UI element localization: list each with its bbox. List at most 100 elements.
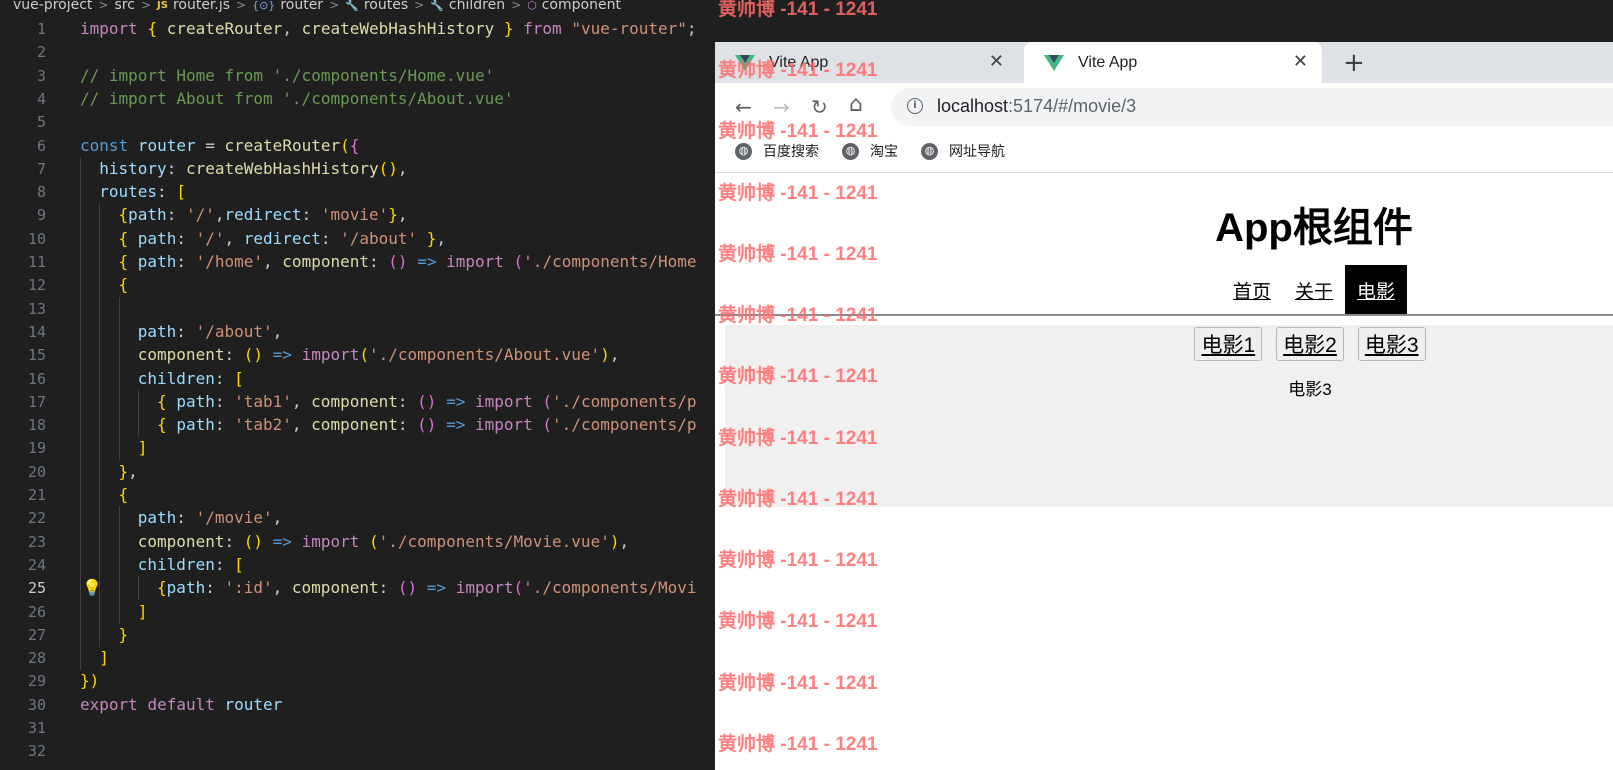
indent-guide (99, 343, 101, 368)
indent-guide (80, 622, 81, 647)
code-text: ] (137, 601, 148, 621)
breadcrumb-item-children[interactable]: 🔧 children (430, 0, 505, 13)
code-text: { path: 'tab1', component: () => import … (157, 391, 697, 411)
code-line[interactable]: 23 component: () => import ('./components… (0, 529, 715, 554)
indent-guide (118, 506, 120, 531)
close-icon[interactable]: ✕ (1293, 51, 1308, 72)
line-number: 26 (27, 602, 46, 621)
home-icon[interactable]: ⌂ (849, 92, 863, 117)
line-number: 29 (27, 672, 46, 691)
indent-guide (118, 319, 120, 344)
code-line[interactable]: 21 { (0, 483, 715, 507)
code-line[interactable]: 2 (0, 40, 715, 64)
indent-guide (137, 576, 139, 601)
indent-guide (80, 436, 81, 461)
address-bar[interactable]: i localhost:5174/#/movie/3 (891, 88, 1613, 126)
bookmark-taobao[interactable]: ◍ 淘宝 (842, 141, 898, 161)
code-line[interactable]: 14 path: '/about', (0, 319, 715, 344)
code-text: path: '/about', (137, 321, 283, 341)
code-line[interactable]: 31 (0, 716, 715, 740)
watermark-text: 黄帅博 -141 - 1241 (718, 121, 878, 142)
indent-guide (80, 529, 81, 554)
code-line[interactable]: 22 path: '/movie', (0, 506, 715, 531)
code-text: ] (99, 648, 109, 668)
indent-guide (80, 506, 81, 531)
indent-guide (80, 459, 81, 484)
line-number: 22 (27, 509, 46, 528)
code-line[interactable]: 4 // import About from './components/Abou… (0, 87, 715, 111)
breadcrumb-item-router[interactable]: {⊙} router (252, 0, 323, 13)
indent-guide (80, 576, 81, 601)
line-number: 10 (27, 229, 46, 248)
code-line[interactable]: 1 import { createRouter, createWebHashHis… (0, 17, 715, 41)
nav-link-movie[interactable]: 电影 (1345, 265, 1408, 315)
code-line[interactable]: 8 routes: [ (0, 180, 715, 205)
breadcrumb-separator-icon: > (140, 0, 151, 12)
code-line[interactable]: 26] (0, 599, 715, 624)
new-tab-button[interactable]: + (1343, 48, 1365, 78)
code-line[interactable]: 5 (0, 110, 715, 134)
line-number: 18 (27, 416, 46, 435)
code-line[interactable]: 3 // import Home from './components/Home.… (0, 64, 715, 88)
nav-link-home[interactable]: 首页 (1221, 265, 1283, 315)
code-line[interactable]: 24 children: [ (0, 552, 715, 577)
indent-guide (99, 622, 101, 647)
code-text: }) (80, 671, 100, 691)
code-line[interactable]: 25 💡 {path: ':id', component: () => import… (0, 576, 715, 601)
code-line[interactable]: 30 export default router (0, 693, 715, 717)
code-text: children: [ (137, 554, 244, 574)
indent-guide (118, 599, 120, 624)
bookmark-baidu[interactable]: ◍ 百度搜索 (735, 141, 819, 161)
breadcrumb-item-src[interactable]: src (114, 0, 134, 13)
code-line[interactable]: 9 {path: '/',redirect: 'movie'}, (0, 203, 715, 228)
code-line[interactable]: 18 { path: 'tab2', component: () => impor… (0, 413, 715, 438)
globe-icon: ◍ (842, 142, 859, 160)
code-editor[interactable]: vue-project > src > JS router.js > {⊙} rou… (0, 0, 715, 770)
code-line[interactable]: 7 history: createWebHashHistory(), (0, 156, 715, 181)
code-line[interactable]: 6 const router = createRouter({ (0, 134, 715, 158)
breadcrumb-item-routes[interactable]: 🔧 routes (345, 0, 408, 13)
bookmark-url-nav[interactable]: ◍ 网址导航 (921, 141, 1005, 161)
movie-link-2[interactable]: 电影2 (1276, 327, 1344, 361)
url-text[interactable]: localhost:5174/#/movie/3 (937, 96, 1136, 117)
code-line[interactable]: 29}) (0, 669, 715, 693)
code-line[interactable]: 17 { path: 'tab1', component: () => impor… (0, 389, 715, 414)
code-line[interactable]: 28] (0, 646, 715, 671)
code-line[interactable]: 19] (0, 436, 715, 461)
code-line[interactable]: 16 children: [ (0, 366, 715, 391)
breadcrumb-item-component[interactable]: ⬡ component (527, 0, 621, 13)
nav-link-about[interactable]: 关于 (1283, 265, 1345, 315)
indent-guide (99, 203, 101, 228)
info-icon[interactable]: i (907, 98, 923, 114)
wrench-icon: 🔧 (430, 0, 444, 12)
movie-link-1[interactable]: 电影1 (1194, 327, 1263, 361)
code-line[interactable]: 20}, (0, 459, 715, 484)
watermark-text: 黄帅博 -141 - 1241 (718, 673, 878, 694)
indent-guide (137, 413, 139, 438)
close-icon[interactable]: ✕ (989, 51, 1004, 72)
code-line[interactable]: 12 { (0, 273, 715, 298)
code-line[interactable]: 32 (0, 739, 715, 763)
code-line[interactable]: 11 { path: '/home', component: () => impo… (0, 250, 715, 274)
code-text: { path: 'tab2', component: () => import … (157, 415, 697, 435)
watermark-text: 黄帅博 -141 - 1241 (718, 60, 878, 81)
breadcrumb-item-file[interactable]: JS router.js (157, 0, 230, 13)
watermark-text: 黄帅博 -141 - 1241 (718, 305, 878, 326)
breadcrumb-separator-icon: > (98, 0, 109, 12)
code-line[interactable]: 13 (0, 296, 715, 321)
lightbulb-icon[interactable]: 💡 (82, 578, 102, 598)
line-number: 20 (27, 462, 46, 481)
code-line[interactable]: 27} (0, 622, 715, 647)
line-number: 17 (27, 392, 46, 411)
breadcrumb-separator-icon: > (329, 0, 340, 12)
code-line[interactable]: 10 { path: '/', redirect: '/about' }, (0, 226, 715, 251)
indent-guide (118, 576, 120, 601)
code-line[interactable]: 15 component: () => import('./components/… (0, 343, 715, 368)
browser-tab-2[interactable]: Vite App ✕ (1024, 42, 1322, 83)
code-text: children: [ (137, 368, 244, 388)
code-text: // import About from './components/About… (80, 88, 514, 108)
movie-link-3[interactable]: 电影3 (1357, 327, 1426, 361)
code-text: { (118, 485, 129, 504)
line-number: 11 (27, 253, 46, 271)
breadcrumb-item-project[interactable]: vue-project (13, 0, 92, 13)
